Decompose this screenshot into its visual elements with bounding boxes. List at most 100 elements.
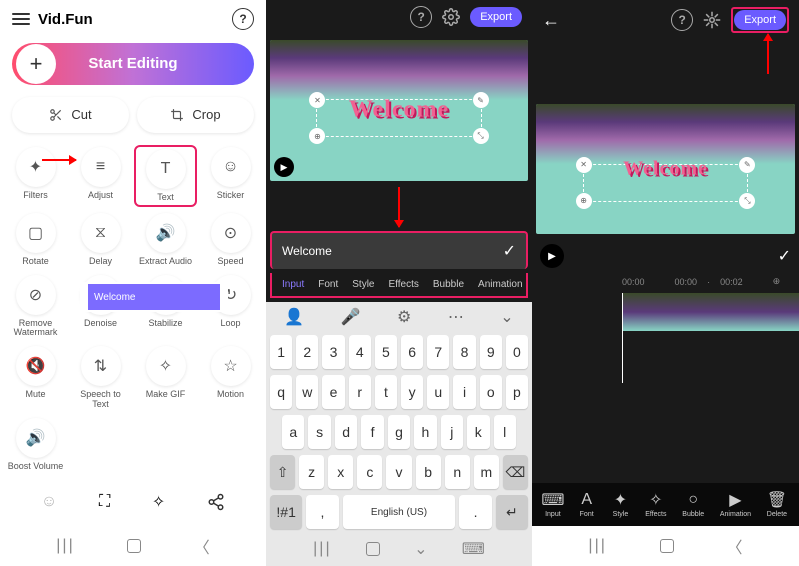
kb-toggle-icon[interactable]: ⌨ bbox=[462, 539, 485, 559]
bubble-tool[interactable]: ○Bubble bbox=[682, 491, 704, 518]
handle-br[interactable]: ⤡ bbox=[473, 128, 489, 144]
key-2[interactable]: 2 bbox=[296, 335, 318, 369]
font-tool[interactable]: AFont bbox=[578, 491, 596, 518]
menu-icon[interactable] bbox=[12, 13, 30, 25]
filters-tool[interactable]: ✦Filters bbox=[4, 145, 67, 207]
key-u[interactable]: u bbox=[427, 375, 449, 409]
back-icon[interactable]: 〈 bbox=[727, 534, 743, 558]
scan-icon[interactable]: ⛶ bbox=[99, 493, 110, 511]
key-p[interactable]: p bbox=[506, 375, 528, 409]
key-.[interactable]: . bbox=[459, 495, 491, 529]
playhead[interactable] bbox=[622, 293, 623, 383]
key-s[interactable]: s bbox=[308, 415, 330, 449]
handle-tl[interactable]: ✕ bbox=[576, 157, 592, 173]
key-f[interactable]: f bbox=[361, 415, 383, 449]
kb-mic-icon[interactable]: 🎤 bbox=[341, 307, 361, 327]
key-d[interactable]: d bbox=[335, 415, 357, 449]
handle-br[interactable]: ⤡ bbox=[739, 193, 755, 209]
kb-hide-icon[interactable]: ⌄ bbox=[414, 539, 427, 559]
video-preview[interactable]: ✕ ✎ ⊕ ⤡ Welcome bbox=[536, 104, 795, 234]
help-icon[interactable]: ? bbox=[232, 8, 254, 30]
effects-tool[interactable]: ✧Effects bbox=[645, 491, 666, 518]
home-icon[interactable] bbox=[660, 539, 674, 553]
back-button[interactable]: ← bbox=[542, 10, 560, 31]
key-o[interactable]: o bbox=[480, 375, 502, 409]
boost-volume-tool[interactable]: 🔊Boost Volume bbox=[4, 416, 67, 474]
key-j[interactable]: j bbox=[441, 415, 463, 449]
cut-button[interactable]: Cut bbox=[12, 97, 129, 133]
remove-watermark-tool[interactable]: ⊘Remove Watermark bbox=[4, 273, 67, 341]
confirm-icon[interactable]: ✓ bbox=[778, 246, 791, 266]
key-9[interactable]: 9 bbox=[480, 335, 502, 369]
settings-icon[interactable] bbox=[701, 9, 723, 31]
key-3[interactable]: 3 bbox=[322, 335, 344, 369]
key-z[interactable]: z bbox=[299, 455, 324, 489]
key-a[interactable]: a bbox=[282, 415, 304, 449]
confirm-icon[interactable]: ✓ bbox=[503, 241, 516, 261]
tab-style[interactable]: Style bbox=[352, 279, 374, 290]
tab-font[interactable]: Font bbox=[318, 279, 338, 290]
animation-tool[interactable]: ▶Animation bbox=[720, 491, 751, 518]
key-g[interactable]: g bbox=[388, 415, 410, 449]
recent-apps-icon[interactable]: ||| bbox=[56, 537, 74, 555]
key-8[interactable]: 8 bbox=[453, 335, 475, 369]
tab-bubble[interactable]: Bubble bbox=[433, 279, 464, 290]
key-m[interactable]: m bbox=[474, 455, 499, 489]
tab-effects[interactable]: Effects bbox=[389, 279, 419, 290]
key-i[interactable]: i bbox=[453, 375, 475, 409]
input-tool[interactable]: ⌨Input bbox=[544, 491, 562, 518]
key-e[interactable]: e bbox=[322, 375, 344, 409]
zoom-icon[interactable]: ⊕ bbox=[773, 276, 781, 287]
kb-settings-icon[interactable]: ⚙ bbox=[397, 307, 411, 327]
mute-tool[interactable]: 🔇Mute bbox=[4, 344, 67, 412]
key-w[interactable]: w bbox=[296, 375, 318, 409]
text-clip[interactable]: Welcome bbox=[80, 282, 228, 312]
key-l[interactable]: l bbox=[494, 415, 516, 449]
help-icon[interactable]: ? bbox=[410, 6, 432, 28]
key-,[interactable]: , bbox=[306, 495, 338, 529]
help-icon[interactable]: ? bbox=[671, 9, 693, 31]
text-input[interactable]: Welcome bbox=[282, 244, 495, 258]
key-h[interactable]: h bbox=[414, 415, 436, 449]
share-icon[interactable] bbox=[207, 493, 225, 511]
key-t[interactable]: t bbox=[375, 375, 397, 409]
recent-apps-icon[interactable]: ||| bbox=[313, 540, 331, 558]
emoji-icon[interactable]: ☺ bbox=[41, 493, 57, 511]
key-4[interactable]: 4 bbox=[349, 335, 371, 369]
crop-button[interactable]: Crop bbox=[137, 97, 254, 133]
make-gif-tool[interactable]: ✧Make GIF bbox=[134, 344, 197, 412]
wand-icon[interactable]: ✧ bbox=[152, 492, 165, 512]
key-y[interactable]: y bbox=[401, 375, 423, 409]
handle-bl[interactable]: ⊕ bbox=[309, 128, 325, 144]
handle-tr[interactable]: ✎ bbox=[739, 157, 755, 173]
key-x[interactable]: x bbox=[328, 455, 353, 489]
video-preview[interactable]: ✕ ✎ ⊕ ⤡ Welcome ▶ bbox=[270, 40, 528, 182]
key-english (us)[interactable]: English (US) bbox=[343, 495, 456, 529]
key-n[interactable]: n bbox=[445, 455, 470, 489]
timeline-track[interactable] bbox=[532, 293, 799, 331]
settings-icon[interactable] bbox=[440, 6, 462, 28]
extract-audio-tool[interactable]: 🔊Extract Audio bbox=[134, 211, 197, 269]
key-q[interactable]: q bbox=[270, 375, 292, 409]
rotate-tool[interactable]: ▢Rotate bbox=[4, 211, 67, 269]
key-!#1[interactable]: !#1 bbox=[270, 495, 302, 529]
key-k[interactable]: k bbox=[467, 415, 489, 449]
tab-animation[interactable]: Animation bbox=[478, 279, 522, 290]
key-1[interactable]: 1 bbox=[270, 335, 292, 369]
handle-tl[interactable]: ✕ bbox=[309, 92, 325, 108]
key-b[interactable]: b bbox=[416, 455, 441, 489]
key-6[interactable]: 6 bbox=[401, 335, 423, 369]
back-icon[interactable]: 〈 bbox=[194, 534, 210, 558]
kb-down-icon[interactable]: ⌄ bbox=[500, 307, 513, 327]
play-button[interactable]: ▶ bbox=[540, 244, 564, 268]
key-5[interactable]: 5 bbox=[375, 335, 397, 369]
key-r[interactable]: r bbox=[349, 375, 371, 409]
start-editing-button[interactable]: + Start Editing bbox=[12, 43, 254, 85]
motion-tool[interactable]: ☆Motion bbox=[199, 344, 262, 412]
delete-tool[interactable]: 🗑Delete bbox=[767, 491, 787, 518]
key-⇧[interactable]: ⇧ bbox=[270, 455, 295, 489]
home-icon[interactable] bbox=[366, 542, 380, 556]
export-button[interactable]: Export bbox=[734, 10, 786, 30]
key-↵[interactable]: ↵ bbox=[496, 495, 528, 529]
key-0[interactable]: 0 bbox=[506, 335, 528, 369]
